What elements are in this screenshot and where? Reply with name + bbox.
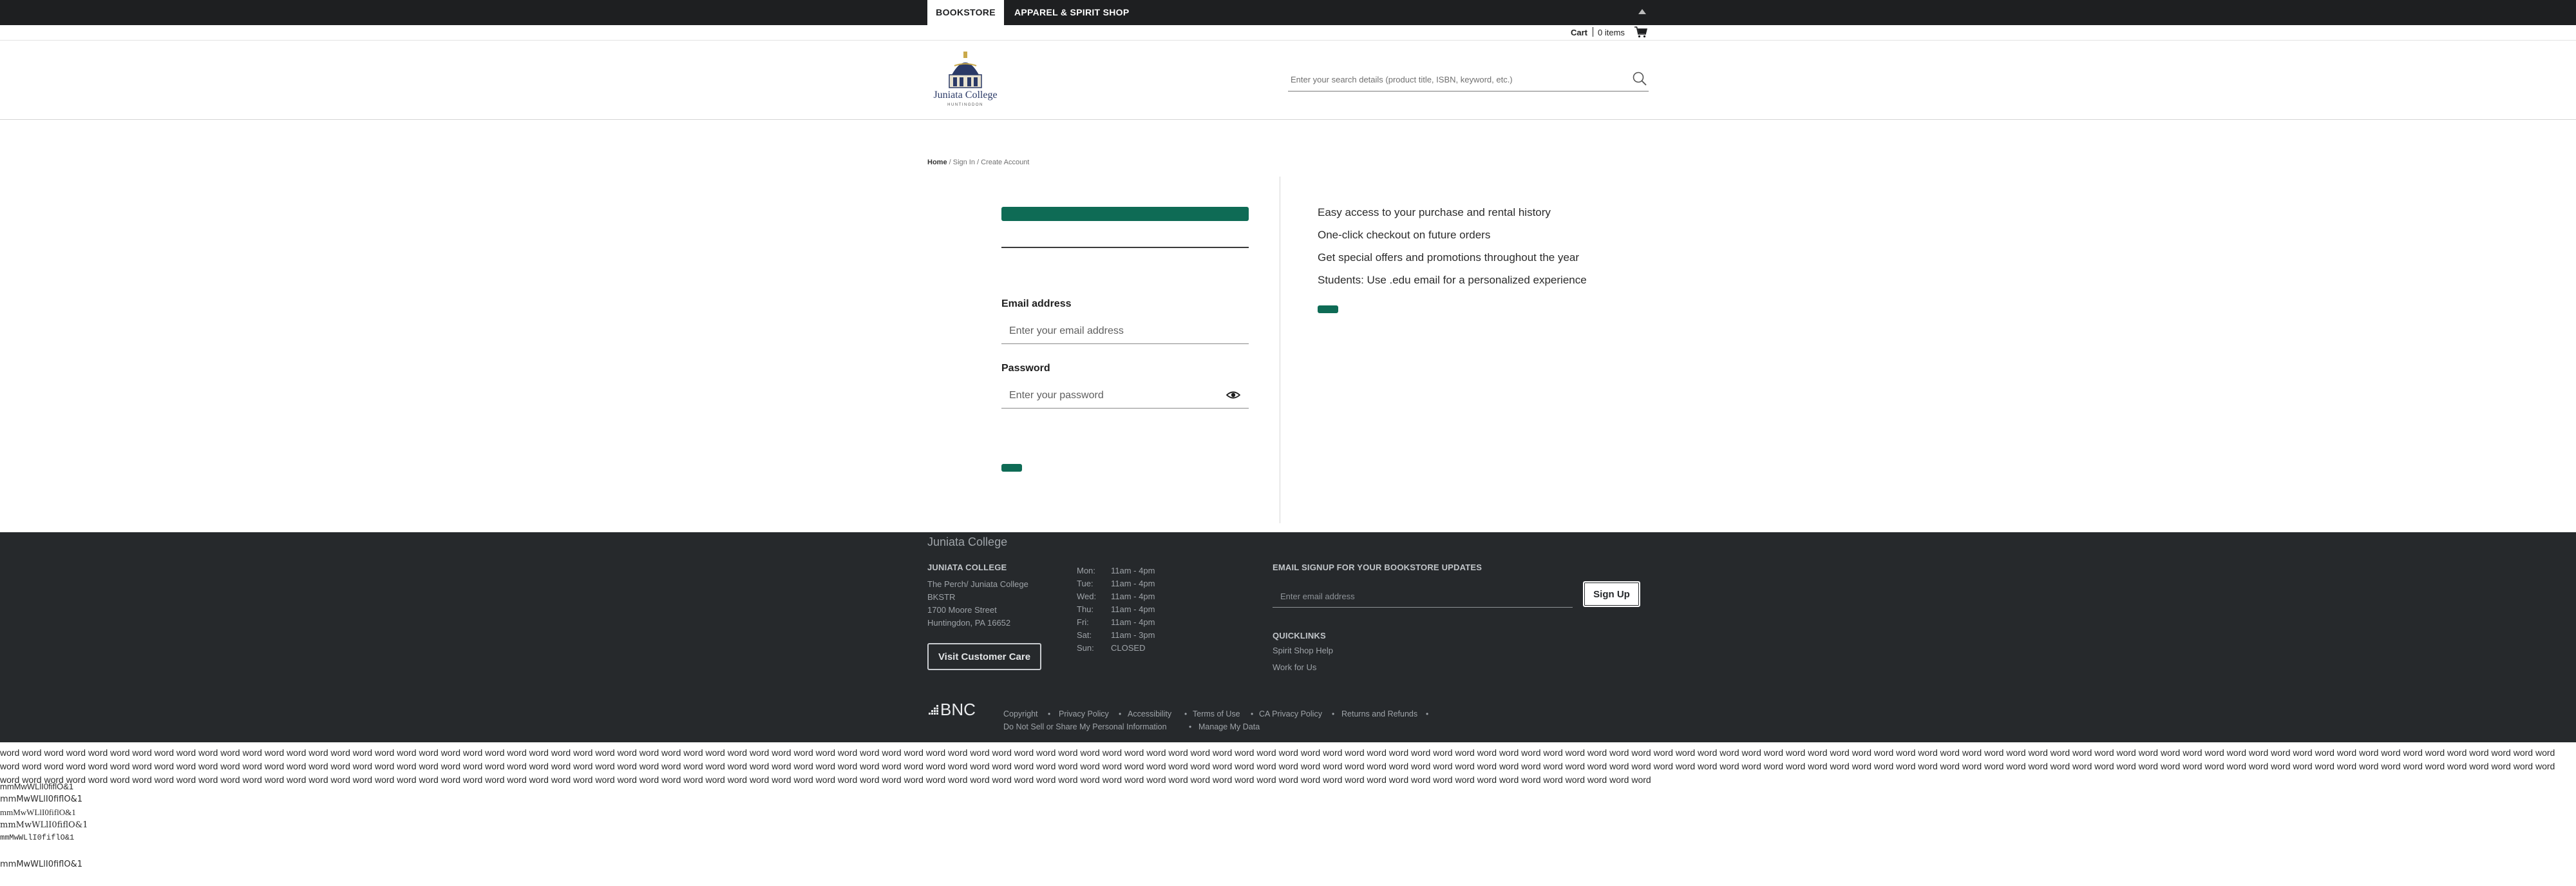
font-sample-line: mmMwWLlI0fiflO&1 bbox=[0, 820, 88, 830]
footer-store-name: Juniata College bbox=[927, 535, 1008, 548]
hours-time: 11am - 4pm bbox=[1111, 592, 1155, 601]
svg-text:HUNTINGDON: HUNTINGDON bbox=[947, 103, 983, 107]
separator-dot: • bbox=[1189, 722, 1192, 731]
separator-dot: • bbox=[1119, 709, 1122, 718]
tab-bookstore[interactable]: BOOKSTORE bbox=[927, 0, 1004, 25]
font-sample-line: mmMwWLlI0fiflO&1 bbox=[0, 833, 75, 842]
font-sample-line: mmMwWLlI0fiflO&1 bbox=[0, 807, 76, 817]
quicklink-work-for-us[interactable]: Work for Us bbox=[1273, 662, 1316, 672]
link-do-not-sell[interactable]: Do Not Sell or Share My Personal Informa… bbox=[1003, 722, 1167, 731]
link-manage-my-data[interactable]: Manage My Data bbox=[1198, 722, 1260, 731]
search-bar bbox=[1288, 67, 1649, 91]
quicklinks-heading: QUICKLINKS bbox=[1273, 631, 1326, 640]
top-nav-bar: BOOKSTORE APPAREL & SPIRIT SHOP bbox=[0, 0, 2576, 25]
breadcrumb-home[interactable]: Home bbox=[927, 159, 947, 166]
cart-row: Cart 0 items bbox=[0, 25, 2576, 41]
email-field-wrapper bbox=[1001, 318, 1249, 344]
sign-up-button[interactable]: Sign Up bbox=[1583, 581, 1640, 607]
search-input[interactable] bbox=[1291, 71, 1625, 88]
link-terms-of-use[interactable]: Terms of Use bbox=[1193, 709, 1240, 718]
hours-time: CLOSED bbox=[1111, 643, 1146, 653]
breadcrumb-current: / Sign In / Create Account bbox=[947, 159, 1030, 166]
cart-item-count[interactable]: 0 items bbox=[1598, 28, 1625, 37]
hours-day: Thu: bbox=[1077, 604, 1094, 614]
benefit-item: Students: Use .edu email for a personali… bbox=[1318, 274, 1587, 286]
font-sample-line: mmMwWLlI0fiflO&1 bbox=[0, 860, 83, 869]
password-field[interactable] bbox=[1009, 388, 1228, 403]
hours-day: Sun: bbox=[1077, 643, 1094, 653]
filler-word-text: word word word word word word word word … bbox=[0, 747, 2555, 785]
hours-day: Sat: bbox=[1077, 630, 1092, 640]
separator-dot: • bbox=[1426, 709, 1429, 718]
link-accessibility[interactable]: Accessibility bbox=[1128, 709, 1171, 718]
hours-time: 11am - 4pm bbox=[1111, 604, 1155, 614]
signup-field-wrapper bbox=[1273, 584, 1573, 608]
signin-tab-bar[interactable] bbox=[1001, 207, 1249, 221]
link-privacy-policy[interactable]: Privacy Policy bbox=[1059, 709, 1109, 718]
hours-day: Wed: bbox=[1077, 592, 1097, 601]
separator-dot: • bbox=[1332, 709, 1335, 718]
form-divider bbox=[1001, 247, 1249, 248]
benefit-item: One-click checkout on future orders bbox=[1318, 229, 1491, 241]
password-field-wrapper bbox=[1001, 383, 1249, 409]
quicklink-spirit-shop-help[interactable]: Spirit Shop Help bbox=[1273, 646, 1333, 655]
hours-time: 11am - 4pm bbox=[1111, 617, 1155, 627]
visit-customer-care-button[interactable]: Visit Customer Care bbox=[927, 643, 1041, 670]
site-footer: Juniata College JUNIATA COLLEGE The Perc… bbox=[0, 532, 2576, 742]
cart-label[interactable]: Cart bbox=[1571, 28, 1587, 37]
email-field[interactable] bbox=[1009, 323, 1228, 339]
link-returns-and-refunds[interactable]: Returns and Refunds bbox=[1341, 709, 1417, 718]
sign-in-button[interactable] bbox=[1001, 464, 1022, 472]
show-password-eye-icon[interactable] bbox=[1226, 389, 1240, 401]
juniata-college-logo[interactable]: Juniata College HUNTINGDON bbox=[926, 46, 1005, 113]
address-line: BKSTR bbox=[927, 592, 956, 602]
font-sample-line: mmMwWLlI0fiflO&1 bbox=[0, 795, 83, 804]
email-signup-heading: EMAIL SIGNUP FOR YOUR BOOKSTORE UPDATES bbox=[1273, 563, 1482, 572]
shopping-cart-icon[interactable] bbox=[1634, 26, 1647, 38]
hours-time: 11am - 3pm bbox=[1111, 630, 1155, 640]
bnc-logo[interactable]: BNC bbox=[927, 698, 992, 719]
hours-time: 11am - 4pm bbox=[1111, 579, 1155, 588]
svg-text:Juniata College: Juniata College bbox=[933, 90, 997, 101]
search-icon[interactable] bbox=[1632, 71, 1647, 86]
tab-apparel-spirit-shop[interactable]: APPAREL & SPIRIT SHOP bbox=[1014, 0, 1129, 25]
caret-up-icon[interactable] bbox=[1638, 9, 1646, 14]
link-ca-privacy-policy[interactable]: CA Privacy Policy bbox=[1259, 709, 1322, 718]
hours-day: Fri: bbox=[1077, 617, 1089, 627]
separator-dot: • bbox=[1048, 709, 1051, 718]
hours-day: Tue: bbox=[1077, 579, 1094, 588]
address-heading: JUNIATA COLLEGE bbox=[927, 563, 1007, 572]
site-header: Juniata College HUNTINGDON bbox=[0, 41, 2576, 120]
address-line: The Perch/ Juniata College bbox=[927, 579, 1028, 589]
benefit-item: Get special offers and promotions throug… bbox=[1318, 251, 1580, 264]
address-line: Huntingdon, PA 16652 bbox=[927, 618, 1011, 628]
address-line: 1700 Moore Street bbox=[927, 605, 997, 615]
link-copyright[interactable]: Copyright bbox=[1003, 709, 1038, 718]
font-sample-line: mmMwWLlI0fiflO&1 bbox=[0, 782, 74, 791]
benefit-item: Easy access to your purchase and rental … bbox=[1318, 206, 1551, 218]
separator-dot: • bbox=[1184, 709, 1188, 718]
create-account-button[interactable] bbox=[1318, 305, 1338, 313]
separator-dot: • bbox=[1251, 709, 1254, 718]
breadcrumb: Home / Sign In / Create Account bbox=[927, 159, 1029, 166]
email-label: Email address bbox=[1001, 298, 1072, 309]
svg-text:BNC: BNC bbox=[940, 700, 976, 719]
hours-day: Mon: bbox=[1077, 566, 1095, 575]
signup-email-input[interactable] bbox=[1280, 589, 1564, 603]
hours-time: 11am - 4pm bbox=[1111, 566, 1155, 575]
password-label: Password bbox=[1001, 363, 1050, 374]
